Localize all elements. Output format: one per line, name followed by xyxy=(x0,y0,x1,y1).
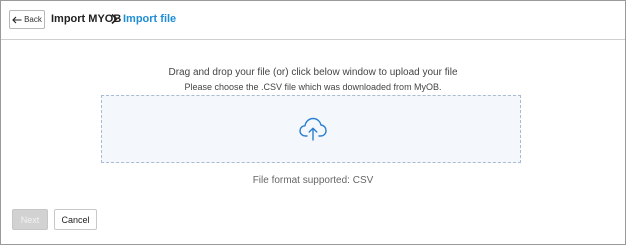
arrow-left-icon xyxy=(12,16,22,23)
upload-instruction: Drag and drop your file (or) click below… xyxy=(168,67,458,78)
supported-format-note: File format supported: CSV xyxy=(252,175,374,186)
file-dropzone[interactable] xyxy=(101,95,521,163)
cancel-button[interactable]: Cancel xyxy=(54,209,97,230)
back-button-label: Back xyxy=(24,15,42,24)
upload-subinstruction: Please choose the .CSV file which was do… xyxy=(184,82,442,92)
page-header: Back Import MYOB Import file xyxy=(1,1,625,40)
page-title: Import file xyxy=(123,13,177,25)
next-button[interactable]: Next xyxy=(12,209,48,230)
chevron-right-icon xyxy=(111,13,118,25)
cloud-upload-icon xyxy=(299,117,327,141)
import-file-panel: Back Import MYOB Import file Drag and dr… xyxy=(0,0,626,245)
back-button[interactable]: Back xyxy=(9,10,45,29)
